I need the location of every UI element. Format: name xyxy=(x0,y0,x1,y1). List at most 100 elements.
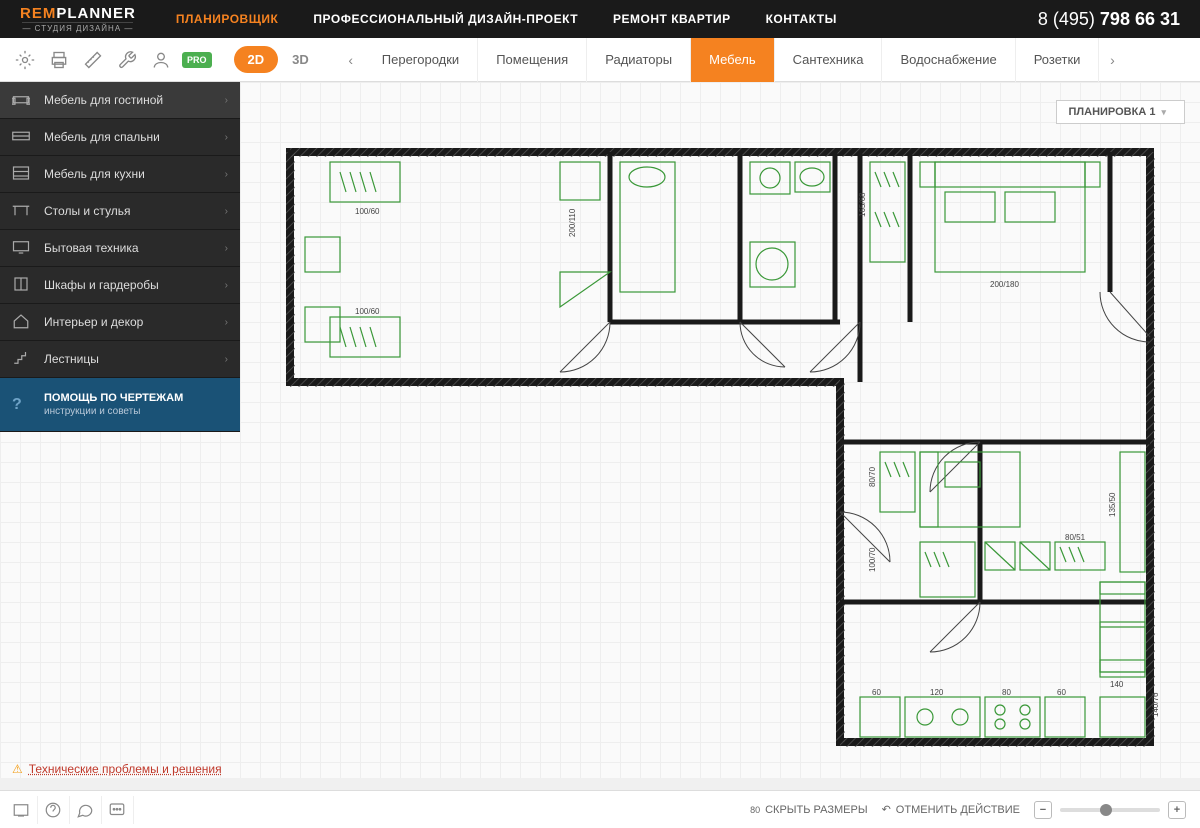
wardrobe-icon xyxy=(12,276,36,295)
tab-rooms[interactable]: Помещения xyxy=(478,38,587,82)
zoom-in-button[interactable]: + xyxy=(1168,801,1186,819)
monitor-icon xyxy=(12,240,36,257)
sidebar-item-label: Столы и стулья xyxy=(44,204,225,218)
tech-issues-link: ⚠ Технические проблемы и решения xyxy=(12,762,222,776)
sidebar-item-label: Интерьер и декор xyxy=(44,315,225,329)
sidebar-item-bedroom[interactable]: Мебель для спальни › xyxy=(0,119,240,156)
sidebar-item-stairs[interactable]: Лестницы › xyxy=(0,341,240,378)
phone-number: 8 (495) 798 66 31 xyxy=(1038,9,1200,30)
view-3d-button[interactable]: 3D xyxy=(278,46,323,73)
svg-text:100/70: 100/70 xyxy=(868,547,877,572)
tech-issues-anchor[interactable]: Технические проблемы и решения xyxy=(29,762,222,776)
sidebar-item-label: Бытовая техника xyxy=(44,241,225,255)
drawer-icon xyxy=(12,165,36,184)
sidebar-item-living-room[interactable]: Мебель для гостиной › xyxy=(0,82,240,119)
svg-text:200/180: 200/180 xyxy=(990,280,1019,289)
svg-text:135/50: 135/50 xyxy=(1108,492,1117,517)
stairs-icon xyxy=(12,350,36,369)
table-icon xyxy=(12,203,36,220)
sidebar-item-tables[interactable]: Столы и стулья › xyxy=(0,193,240,230)
chevron-right-icon: › xyxy=(225,317,228,328)
chevron-right-icon: › xyxy=(225,95,228,106)
undo-label: ОТМЕНИТЬ ДЕЙСТВИЕ xyxy=(896,804,1020,816)
chevron-right-icon: › xyxy=(225,206,228,217)
sidebar: Мебель для гостиной › Мебель для спальни… xyxy=(0,82,240,432)
pro-badge[interactable]: PRO xyxy=(182,52,212,68)
nav-design-project[interactable]: ПРОФЕССИОНАЛЬНЫЙ ДИЗАЙН-ПРОЕКТ xyxy=(313,12,578,26)
logo-subtitle: — СТУДИЯ ДИЗАЙНА — xyxy=(22,22,133,33)
sidebar-item-label: Мебель для кухни xyxy=(44,167,225,181)
view-2d-button[interactable]: 2D xyxy=(234,46,279,73)
toolbar: PRO 2D 3D ‹ Перегородки Помещения Радиат… xyxy=(0,38,1200,82)
tools-icon[interactable] xyxy=(114,47,140,73)
sidebar-item-kitchen[interactable]: Мебель для кухни › xyxy=(0,156,240,193)
main-nav: ПЛАНИРОВЩИК ПРОФЕССИОНАЛЬНЫЙ ДИЗАЙН-ПРОЕ… xyxy=(176,12,837,26)
sidebar-help[interactable]: ? ПОМОЩЬ ПО ЧЕРТЕЖАМ инструкции и советы xyxy=(0,378,240,432)
category-tabs: ‹ Перегородки Помещения Радиаторы Мебель… xyxy=(338,38,1200,82)
chat-icon[interactable] xyxy=(74,796,102,824)
sidebar-item-label: Лестницы xyxy=(44,352,225,366)
help-subtitle: инструкции и советы xyxy=(44,406,183,417)
nav-renovation[interactable]: РЕМОНТ КВАРТИР xyxy=(613,12,731,26)
sidebar-item-label: Шкафы и гардеробы xyxy=(44,278,225,292)
svg-text:120: 120 xyxy=(930,688,944,697)
sidebar-item-label: Мебель для гостиной xyxy=(44,93,225,107)
undo-icon: ↶ xyxy=(882,803,891,816)
floorplan-drawing[interactable]: .wall{stroke:#1a1a1a;stroke-width:8;fill… xyxy=(280,142,1180,762)
zoom-control: − + xyxy=(1034,801,1186,819)
question-icon: ? xyxy=(12,396,36,414)
tabs-prev-icon[interactable]: ‹ xyxy=(338,52,364,68)
logo-rem: REM xyxy=(20,5,56,22)
logo[interactable]: REMPLANNER — СТУДИЯ ДИЗАЙНА — xyxy=(0,5,156,33)
sidebar-item-appliances[interactable]: Бытовая техника › xyxy=(0,230,240,267)
chevron-right-icon: › xyxy=(225,280,228,291)
help-icon[interactable] xyxy=(42,796,70,824)
chevron-right-icon: › xyxy=(225,354,228,365)
chevron-right-icon: › xyxy=(225,169,228,180)
nav-contacts[interactable]: КОНТАКТЫ xyxy=(766,12,837,26)
tab-water-supply[interactable]: Водоснабжение xyxy=(882,38,1015,82)
feedback-icon[interactable] xyxy=(106,796,134,824)
print-icon[interactable] xyxy=(46,47,72,73)
help-title: ПОМОЩЬ ПО ЧЕРТЕЖАМ xyxy=(44,392,183,404)
header: REMPLANNER — СТУДИЯ ДИЗАЙНА — ПЛАНИРОВЩИ… xyxy=(0,0,1200,38)
zoom-slider[interactable] xyxy=(1060,808,1160,812)
bed-icon xyxy=(12,129,36,146)
sofa-icon xyxy=(12,92,36,109)
home-icon xyxy=(12,313,36,332)
view-toggle: 2D 3D xyxy=(234,46,323,73)
ruler-icon[interactable] xyxy=(80,47,106,73)
undo-button[interactable]: ↶ ОТМЕНИТЬ ДЕЙСТВИЕ xyxy=(882,803,1020,816)
footer: 80 СКРЫТЬ РАЗМЕРЫ ↶ ОТМЕНИТЬ ДЕЙСТВИЕ − … xyxy=(0,790,1200,828)
fullscreen-icon[interactable] xyxy=(10,796,38,824)
svg-text:60: 60 xyxy=(872,688,881,697)
svg-text:80/51: 80/51 xyxy=(1065,533,1086,542)
svg-text:100/60: 100/60 xyxy=(355,307,380,316)
dimension-icon: 80 xyxy=(750,805,760,815)
zoom-out-button[interactable]: − xyxy=(1034,801,1052,819)
svg-text:165/68: 165/68 xyxy=(858,192,867,217)
hide-sizes-label: СКРЫТЬ РАЗМЕРЫ xyxy=(765,804,867,816)
plan-selector[interactable]: ПЛАНИРОВКА 1 xyxy=(1056,100,1185,124)
user-icon[interactable] xyxy=(148,47,174,73)
tab-furniture[interactable]: Мебель xyxy=(691,38,775,82)
tab-partitions[interactable]: Перегородки xyxy=(364,38,478,82)
svg-text:140/76: 140/76 xyxy=(1151,692,1160,717)
tab-plumbing[interactable]: Сантехника xyxy=(775,38,883,82)
tab-radiators[interactable]: Радиаторы xyxy=(587,38,691,82)
chevron-right-icon: › xyxy=(225,132,228,143)
tabs-next-icon[interactable]: › xyxy=(1099,52,1125,68)
sidebar-item-label: Мебель для спальни xyxy=(44,130,225,144)
hide-sizes-button[interactable]: 80 СКРЫТЬ РАЗМЕРЫ xyxy=(750,804,867,816)
sidebar-item-wardrobes[interactable]: Шкафы и гардеробы › xyxy=(0,267,240,304)
sidebar-item-decor[interactable]: Интерьер и декор › xyxy=(0,304,240,341)
svg-text:140: 140 xyxy=(1110,680,1124,689)
settings-icon[interactable] xyxy=(12,47,38,73)
tab-sockets[interactable]: Розетки xyxy=(1016,38,1100,82)
svg-text:100/60: 100/60 xyxy=(355,207,380,216)
nav-planner[interactable]: ПЛАНИРОВЩИК xyxy=(176,12,279,26)
svg-text:60: 60 xyxy=(1057,688,1066,697)
svg-text:80/70: 80/70 xyxy=(868,466,877,487)
svg-text:80: 80 xyxy=(1002,688,1011,697)
chevron-right-icon: › xyxy=(225,243,228,254)
